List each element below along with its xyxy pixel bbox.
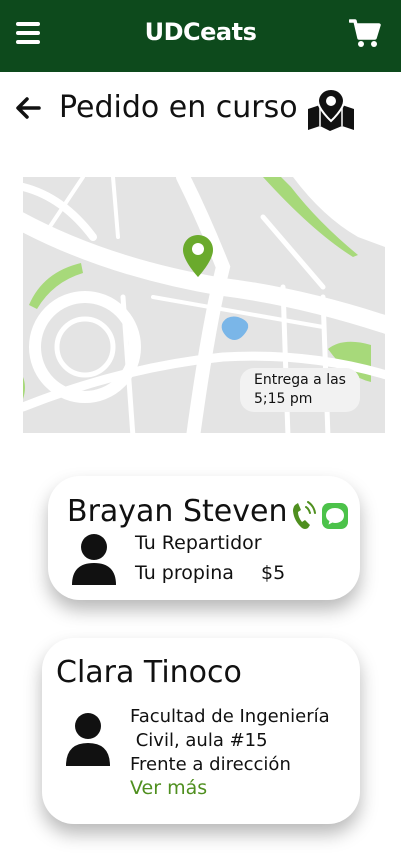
top-bar: UDCeats [0, 0, 401, 72]
customer-avatar-person-icon [64, 712, 112, 766]
delivery-time-value: 5;15 pm [254, 391, 313, 407]
address-line-3: Frente a dirección [130, 754, 291, 775]
app-title: UDCeats [144, 18, 257, 46]
phone-call-icon[interactable] [290, 499, 318, 531]
shopping-cart-icon[interactable] [348, 18, 381, 48]
tip-label: Tu propina [135, 562, 234, 584]
map-pin-icon[interactable] [306, 87, 356, 132]
back-arrow-icon[interactable] [14, 94, 42, 122]
customer-name: Clara Tinoco [56, 655, 242, 690]
delivery-time-label: Entrega a las [254, 372, 346, 388]
page-title: Pedido en curso [59, 90, 298, 125]
address-line-2: Civil, aula #15 [130, 730, 268, 751]
message-icon[interactable] [321, 502, 349, 530]
courier-name: Brayan Steven [67, 494, 288, 529]
delivery-time-chip: Entrega a las 5;15 pm [240, 368, 360, 412]
courier-role: Tu Repartidor [135, 532, 262, 554]
courier-avatar-person-icon [70, 533, 118, 585]
see-more-link[interactable]: Ver más [130, 777, 207, 799]
tip-value: $5 [261, 562, 286, 584]
address-line-1: Facultad de Ingeniería [130, 706, 330, 727]
